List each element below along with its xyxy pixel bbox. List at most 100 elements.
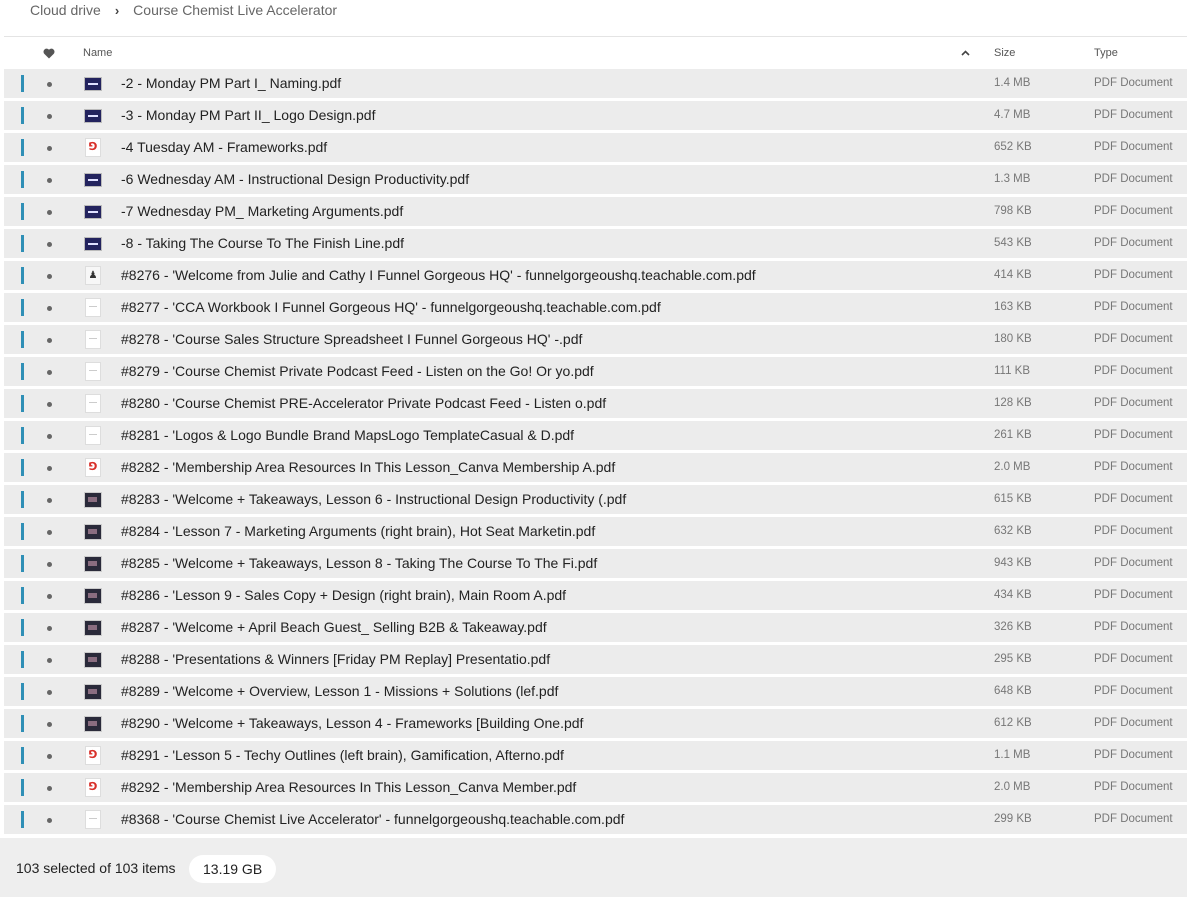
- image-thumbnail-icon: [84, 682, 102, 701]
- table-row[interactable]: #8283 - 'Welcome + Takeaways, Lesson 6 -…: [4, 485, 1187, 514]
- heart-icon[interactable]: [42, 37, 56, 69]
- file-name[interactable]: #8285 - 'Welcome + Takeaways, Lesson 8 -…: [121, 549, 597, 578]
- table-row[interactable]: #8368 - 'Course Chemist Live Accelerator…: [4, 805, 1187, 834]
- table-row[interactable]: #8289 - 'Welcome + Overview, Lesson 1 - …: [4, 677, 1187, 706]
- table-row[interactable]: #8290 - 'Welcome + Takeaways, Lesson 4 -…: [4, 709, 1187, 738]
- file-name[interactable]: #8276 - 'Welcome from Julie and Cathy I …: [121, 261, 756, 290]
- breadcrumb-root[interactable]: Cloud drive: [30, 2, 101, 18]
- file-name[interactable]: #8282 - 'Membership Area Resources In Th…: [121, 453, 615, 482]
- favorite-dot-icon[interactable]: [47, 370, 52, 375]
- selection-footer: 103 selected of 103 items 13.19 GB: [0, 838, 1187, 897]
- file-name[interactable]: #8287 - 'Welcome + April Beach Guest_ Se…: [121, 613, 547, 642]
- breadcrumb: Cloud drive › Course Chemist Live Accele…: [30, 0, 337, 20]
- file-name[interactable]: -2 - Monday PM Part I_ Naming.pdf: [121, 69, 341, 98]
- favorite-dot-icon[interactable]: [47, 402, 52, 407]
- image-thumbnail-icon: [84, 714, 102, 733]
- file-name[interactable]: #8286 - 'Lesson 9 - Sales Copy + Design …: [121, 581, 566, 610]
- table-row[interactable]: #8285 - 'Welcome + Takeaways, Lesson 8 -…: [4, 549, 1187, 578]
- favorite-dot-icon[interactable]: [47, 338, 52, 343]
- table-row[interactable]: ⅁ -4 Tuesday AM - Frameworks.pdf 652 KB PDF…: [4, 133, 1187, 162]
- favorite-dot-icon[interactable]: [47, 210, 52, 215]
- image-thumbnail-icon: [84, 522, 102, 541]
- favorite-dot-icon[interactable]: [47, 274, 52, 279]
- favorite-dot-icon[interactable]: [47, 786, 52, 791]
- pdf-file-icon: ⅁: [84, 746, 102, 765]
- favorite-dot-icon[interactable]: [47, 242, 52, 247]
- table-row[interactable]: ♟ #8276 - 'Welcome from Julie and Cathy I…: [4, 261, 1187, 290]
- file-name[interactable]: #8368 - 'Course Chemist Live Accelerator…: [121, 805, 624, 834]
- table-row[interactable]: -2 - Monday PM Part I_ Naming.pdf 1.4 MB P…: [4, 69, 1187, 98]
- favorite-dot-icon[interactable]: [47, 594, 52, 599]
- file-name[interactable]: #8292 - 'Membership Area Resources In Th…: [121, 773, 576, 802]
- favorite-dot-icon[interactable]: [47, 82, 52, 87]
- file-name[interactable]: #8280 - 'Course Chemist PRE-Accelerator …: [121, 389, 606, 418]
- table-row[interactable]: -7 Wednesday PM_ Marketing Arguments.pdf…: [4, 197, 1187, 226]
- slide-thumbnail-icon: [84, 74, 102, 93]
- favorite-dot-icon[interactable]: [47, 306, 52, 311]
- file-name[interactable]: #8290 - 'Welcome + Takeaways, Lesson 4 -…: [121, 709, 583, 738]
- file-name[interactable]: -8 - Taking The Course To The Finish Lin…: [121, 229, 404, 258]
- table-row[interactable]: #8284 - 'Lesson 7 - Marketing Arguments …: [4, 517, 1187, 546]
- selection-indicator: [21, 747, 24, 764]
- favorite-dot-icon[interactable]: [47, 658, 52, 663]
- file-type: PDF Document: [1094, 493, 1173, 505]
- column-header-name[interactable]: Name: [83, 37, 112, 69]
- table-row[interactable]: #8278 - 'Course Sales Structure Spreadsh…: [4, 325, 1187, 354]
- table-row[interactable]: ⅁ #8291 - 'Lesson 5 - Techy Outlines (lef…: [4, 741, 1187, 770]
- file-name[interactable]: #8284 - 'Lesson 7 - Marketing Arguments …: [121, 517, 595, 546]
- table-row[interactable]: #8287 - 'Welcome + April Beach Guest_ Se…: [4, 613, 1187, 642]
- file-name[interactable]: #8277 - 'CCA Workbook I Funnel Gorgeous …: [121, 293, 661, 322]
- favorite-dot-icon[interactable]: [47, 146, 52, 151]
- favorite-dot-icon[interactable]: [47, 530, 52, 535]
- file-name[interactable]: #8288 - 'Presentations & Winners [Friday…: [121, 645, 550, 674]
- favorite-dot-icon[interactable]: [47, 818, 52, 823]
- favorite-dot-icon[interactable]: [47, 722, 52, 727]
- file-name[interactable]: -4 Tuesday AM - Frameworks.pdf: [121, 133, 327, 162]
- favorite-dot-icon[interactable]: [47, 178, 52, 183]
- file-name[interactable]: #8291 - 'Lesson 5 - Techy Outlines (left…: [121, 741, 564, 770]
- table-row[interactable]: #8281 - 'Logos & Logo Bundle Brand MapsL…: [4, 421, 1187, 450]
- file-name[interactable]: -3 - Monday PM Part II_ Logo Design.pdf: [121, 101, 375, 130]
- table-row[interactable]: -6 Wednesday AM - Instructional Design P…: [4, 165, 1187, 194]
- file-list-header: Name Size Type: [4, 36, 1187, 70]
- document-thumbnail-icon: [84, 298, 102, 317]
- image-thumbnail-icon: [84, 586, 102, 605]
- file-name[interactable]: #8289 - 'Welcome + Overview, Lesson 1 - …: [121, 677, 558, 706]
- file-name[interactable]: #8278 - 'Course Sales Structure Spreadsh…: [121, 325, 582, 354]
- favorite-dot-icon[interactable]: [47, 754, 52, 759]
- chevron-up-icon[interactable]: [959, 37, 971, 69]
- favorite-dot-icon[interactable]: [47, 434, 52, 439]
- table-row[interactable]: #8280 - 'Course Chemist PRE-Accelerator …: [4, 389, 1187, 418]
- breadcrumb-current[interactable]: Course Chemist Live Accelerator: [133, 2, 337, 18]
- file-name[interactable]: #8279 - 'Course Chemist Private Podcast …: [121, 357, 594, 386]
- slide-thumbnail-icon: [84, 234, 102, 253]
- file-type: PDF Document: [1094, 237, 1173, 249]
- table-row[interactable]: ⅁ #8292 - 'Membership Area Resources In T…: [4, 773, 1187, 802]
- column-header-type[interactable]: Type: [1094, 37, 1118, 69]
- table-row[interactable]: #8277 - 'CCA Workbook I Funnel Gorgeous …: [4, 293, 1187, 322]
- favorite-dot-icon[interactable]: [47, 626, 52, 631]
- favorite-dot-icon[interactable]: [47, 690, 52, 695]
- column-header-size[interactable]: Size: [994, 37, 1015, 69]
- favorite-dot-icon[interactable]: [47, 466, 52, 471]
- file-type: PDF Document: [1094, 365, 1173, 377]
- table-row[interactable]: ⅁ #8282 - 'Membership Area Resources In T…: [4, 453, 1187, 482]
- file-name[interactable]: -7 Wednesday PM_ Marketing Arguments.pdf: [121, 197, 403, 226]
- table-row[interactable]: #8286 - 'Lesson 9 - Sales Copy + Design …: [4, 581, 1187, 610]
- file-size: 128 KB: [994, 397, 1032, 409]
- table-row[interactable]: -3 - Monday PM Part II_ Logo Design.pdf 4…: [4, 101, 1187, 130]
- selection-indicator: [21, 363, 24, 380]
- favorite-dot-icon[interactable]: [47, 562, 52, 567]
- file-type: PDF Document: [1094, 397, 1173, 409]
- favorite-dot-icon[interactable]: [47, 114, 52, 119]
- table-row[interactable]: #8288 - 'Presentations & Winners [Friday…: [4, 645, 1187, 674]
- selection-indicator: [21, 75, 24, 92]
- favorite-dot-icon[interactable]: [47, 498, 52, 503]
- file-type: PDF Document: [1094, 109, 1173, 121]
- file-name[interactable]: #8281 - 'Logos & Logo Bundle Brand MapsL…: [121, 421, 574, 450]
- file-name[interactable]: #8283 - 'Welcome + Takeaways, Lesson 6 -…: [121, 485, 626, 514]
- file-name[interactable]: -6 Wednesday AM - Instructional Design P…: [121, 165, 469, 194]
- selection-indicator: [21, 427, 24, 444]
- table-row[interactable]: -8 - Taking The Course To The Finish Lin…: [4, 229, 1187, 258]
- table-row[interactable]: #8279 - 'Course Chemist Private Podcast …: [4, 357, 1187, 386]
